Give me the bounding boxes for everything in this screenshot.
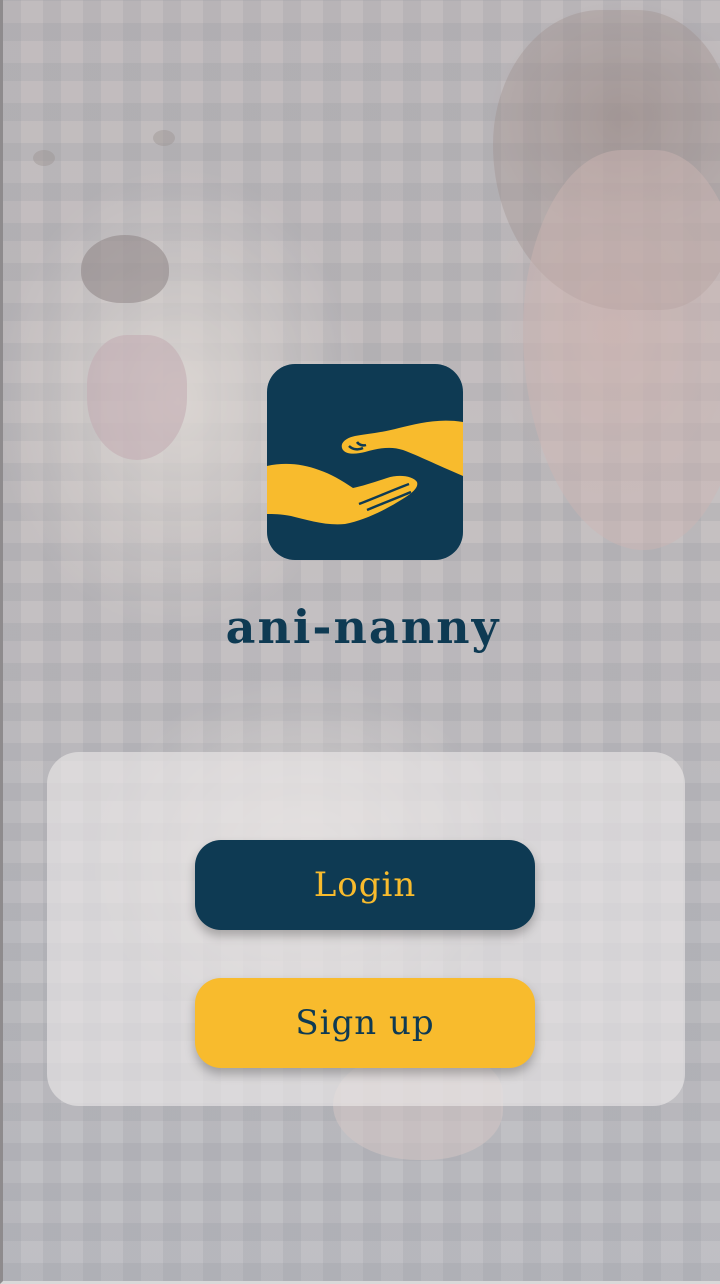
app-name: ani-nanny	[225, 600, 501, 654]
hand-and-paw-icon	[267, 420, 463, 525]
login-button[interactable]: Login	[195, 840, 535, 930]
app-logo	[267, 364, 463, 560]
welcome-screen: ani-nanny Login Sign up	[0, 0, 720, 1284]
signup-button[interactable]: Sign up	[195, 978, 535, 1068]
